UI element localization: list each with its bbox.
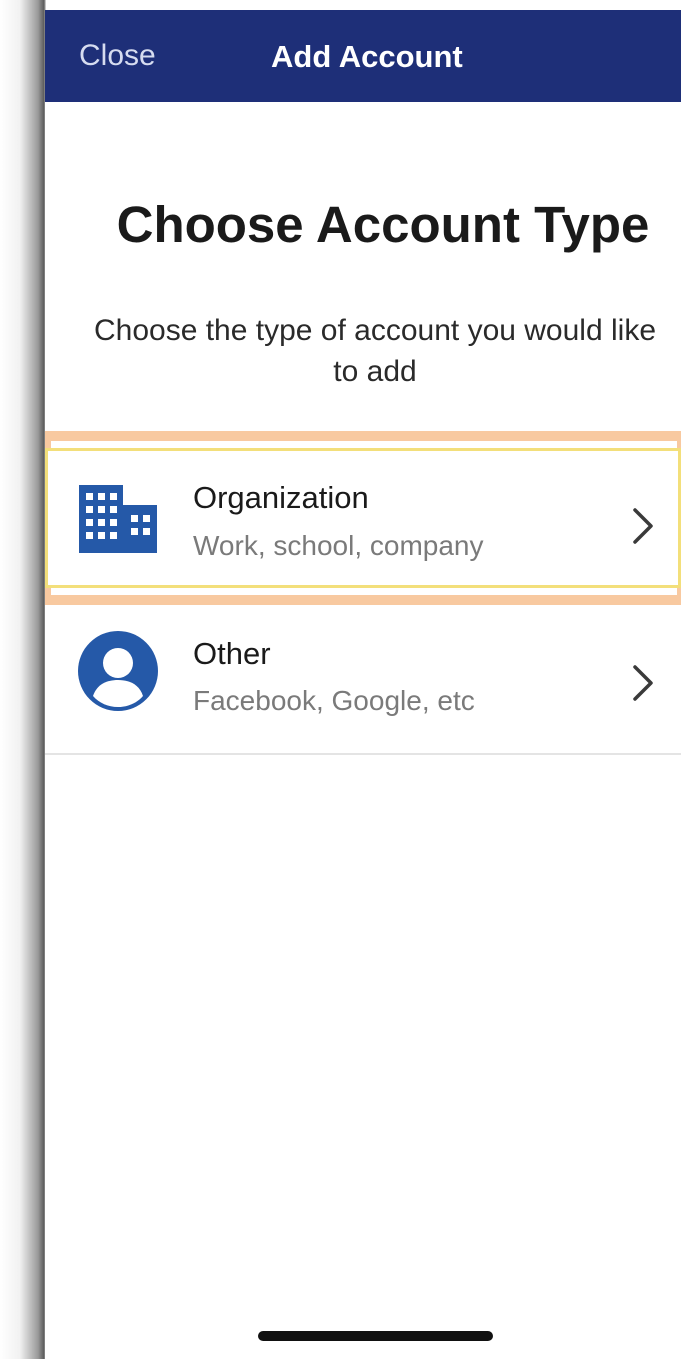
nav-title: Add Account [271, 39, 463, 74]
building-icon [77, 483, 159, 560]
user-circle-icon [77, 630, 159, 717]
other-subtitle: Facebook, Google, etc [193, 685, 475, 716]
close-button[interactable]: Close [79, 39, 156, 73]
navigation-bar: Close Add Account [45, 10, 681, 102]
page-subtitle: Choose the type of account you would lik… [93, 314, 657, 388]
chevron-right-icon [631, 506, 655, 551]
page-title: Choose Account Type [116, 196, 650, 253]
organization-title: Organization [193, 480, 369, 515]
app-frame: Close Add Account Choose Account Type Ch… [0, 0, 681, 1359]
device-edge [0, 0, 46, 1359]
other-title: Other [193, 636, 271, 671]
chevron-right-icon [631, 663, 655, 708]
home-indicator[interactable] [258, 1331, 493, 1341]
add-account-screen: Close Add Account Choose Account Type Ch… [45, 10, 681, 1359]
account-type-organization[interactable]: Organization Work, school, company [45, 448, 681, 588]
account-type-other[interactable]: Other Facebook, Google, etc [45, 605, 681, 755]
organization-subtitle: Work, school, company [193, 530, 484, 561]
